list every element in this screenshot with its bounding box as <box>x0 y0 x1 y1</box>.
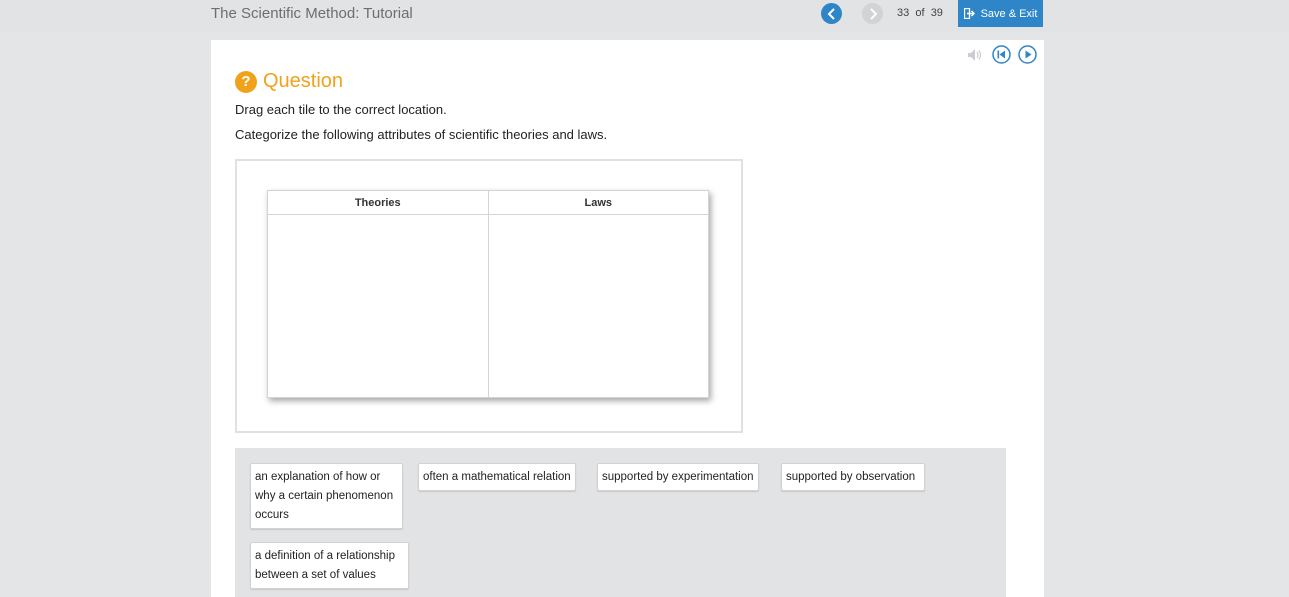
tile-mathematical-relation[interactable]: often a mathematical relation <box>418 463 576 491</box>
rewind-button[interactable] <box>992 45 1011 64</box>
page-total: 39 <box>930 7 943 19</box>
top-bar: The Scientific Method: Tutorial 33 of 39… <box>0 0 1289 33</box>
save-exit-label: Save & Exit <box>980 7 1038 20</box>
play-button[interactable] <box>1018 45 1037 64</box>
course-title: The Scientific Method: Tutorial <box>211 5 413 22</box>
page-of: of <box>915 7 925 19</box>
column-header-theories: Theories <box>268 191 488 215</box>
tile-definition[interactable]: a definition of a relationship between a… <box>250 542 409 589</box>
tile-observation[interactable]: supported by observation <box>781 463 925 491</box>
tile-tray: an explanation of how or why a certain p… <box>235 448 1006 597</box>
tile-experimentation[interactable]: supported by experimentation <box>597 463 759 491</box>
question-header: ? Question <box>235 70 343 93</box>
page-counter: 33 of 39 <box>897 7 943 19</box>
back-arrow-icon <box>827 7 835 20</box>
drop-zone-laws[interactable] <box>489 215 709 397</box>
mute-button[interactable] <box>966 45 985 64</box>
next-page-button[interactable] <box>862 3 883 24</box>
previous-page-button[interactable] <box>821 3 842 24</box>
main-panel: ? Question Drag each tile to the correct… <box>211 40 1044 597</box>
page-current: 33 <box>897 7 910 19</box>
rewind-icon <box>992 45 1011 64</box>
drop-area-frame: Theories Laws <box>235 159 743 433</box>
play-icon <box>1018 45 1037 64</box>
column-theories: Theories <box>268 191 488 397</box>
column-header-laws: Laws <box>488 191 708 215</box>
save-exit-button[interactable]: Save & Exit <box>958 0 1043 27</box>
column-laws: Laws <box>487 191 709 397</box>
audio-controls <box>966 45 1037 64</box>
question-icon: ? <box>235 70 257 93</box>
category-table: Theories Laws <box>267 190 709 398</box>
prompt-text: Categorize the following attributes of s… <box>235 127 608 142</box>
forward-arrow-icon <box>869 7 877 20</box>
speaker-mute-icon <box>968 48 982 61</box>
question-title: Question <box>263 70 344 92</box>
instruction-text: Drag each tile to the correct location. <box>235 102 447 117</box>
tile-explanation[interactable]: an explanation of how or why a certain p… <box>250 463 403 529</box>
exit-icon <box>963 8 975 19</box>
drop-zone-theories[interactable] <box>268 215 488 397</box>
